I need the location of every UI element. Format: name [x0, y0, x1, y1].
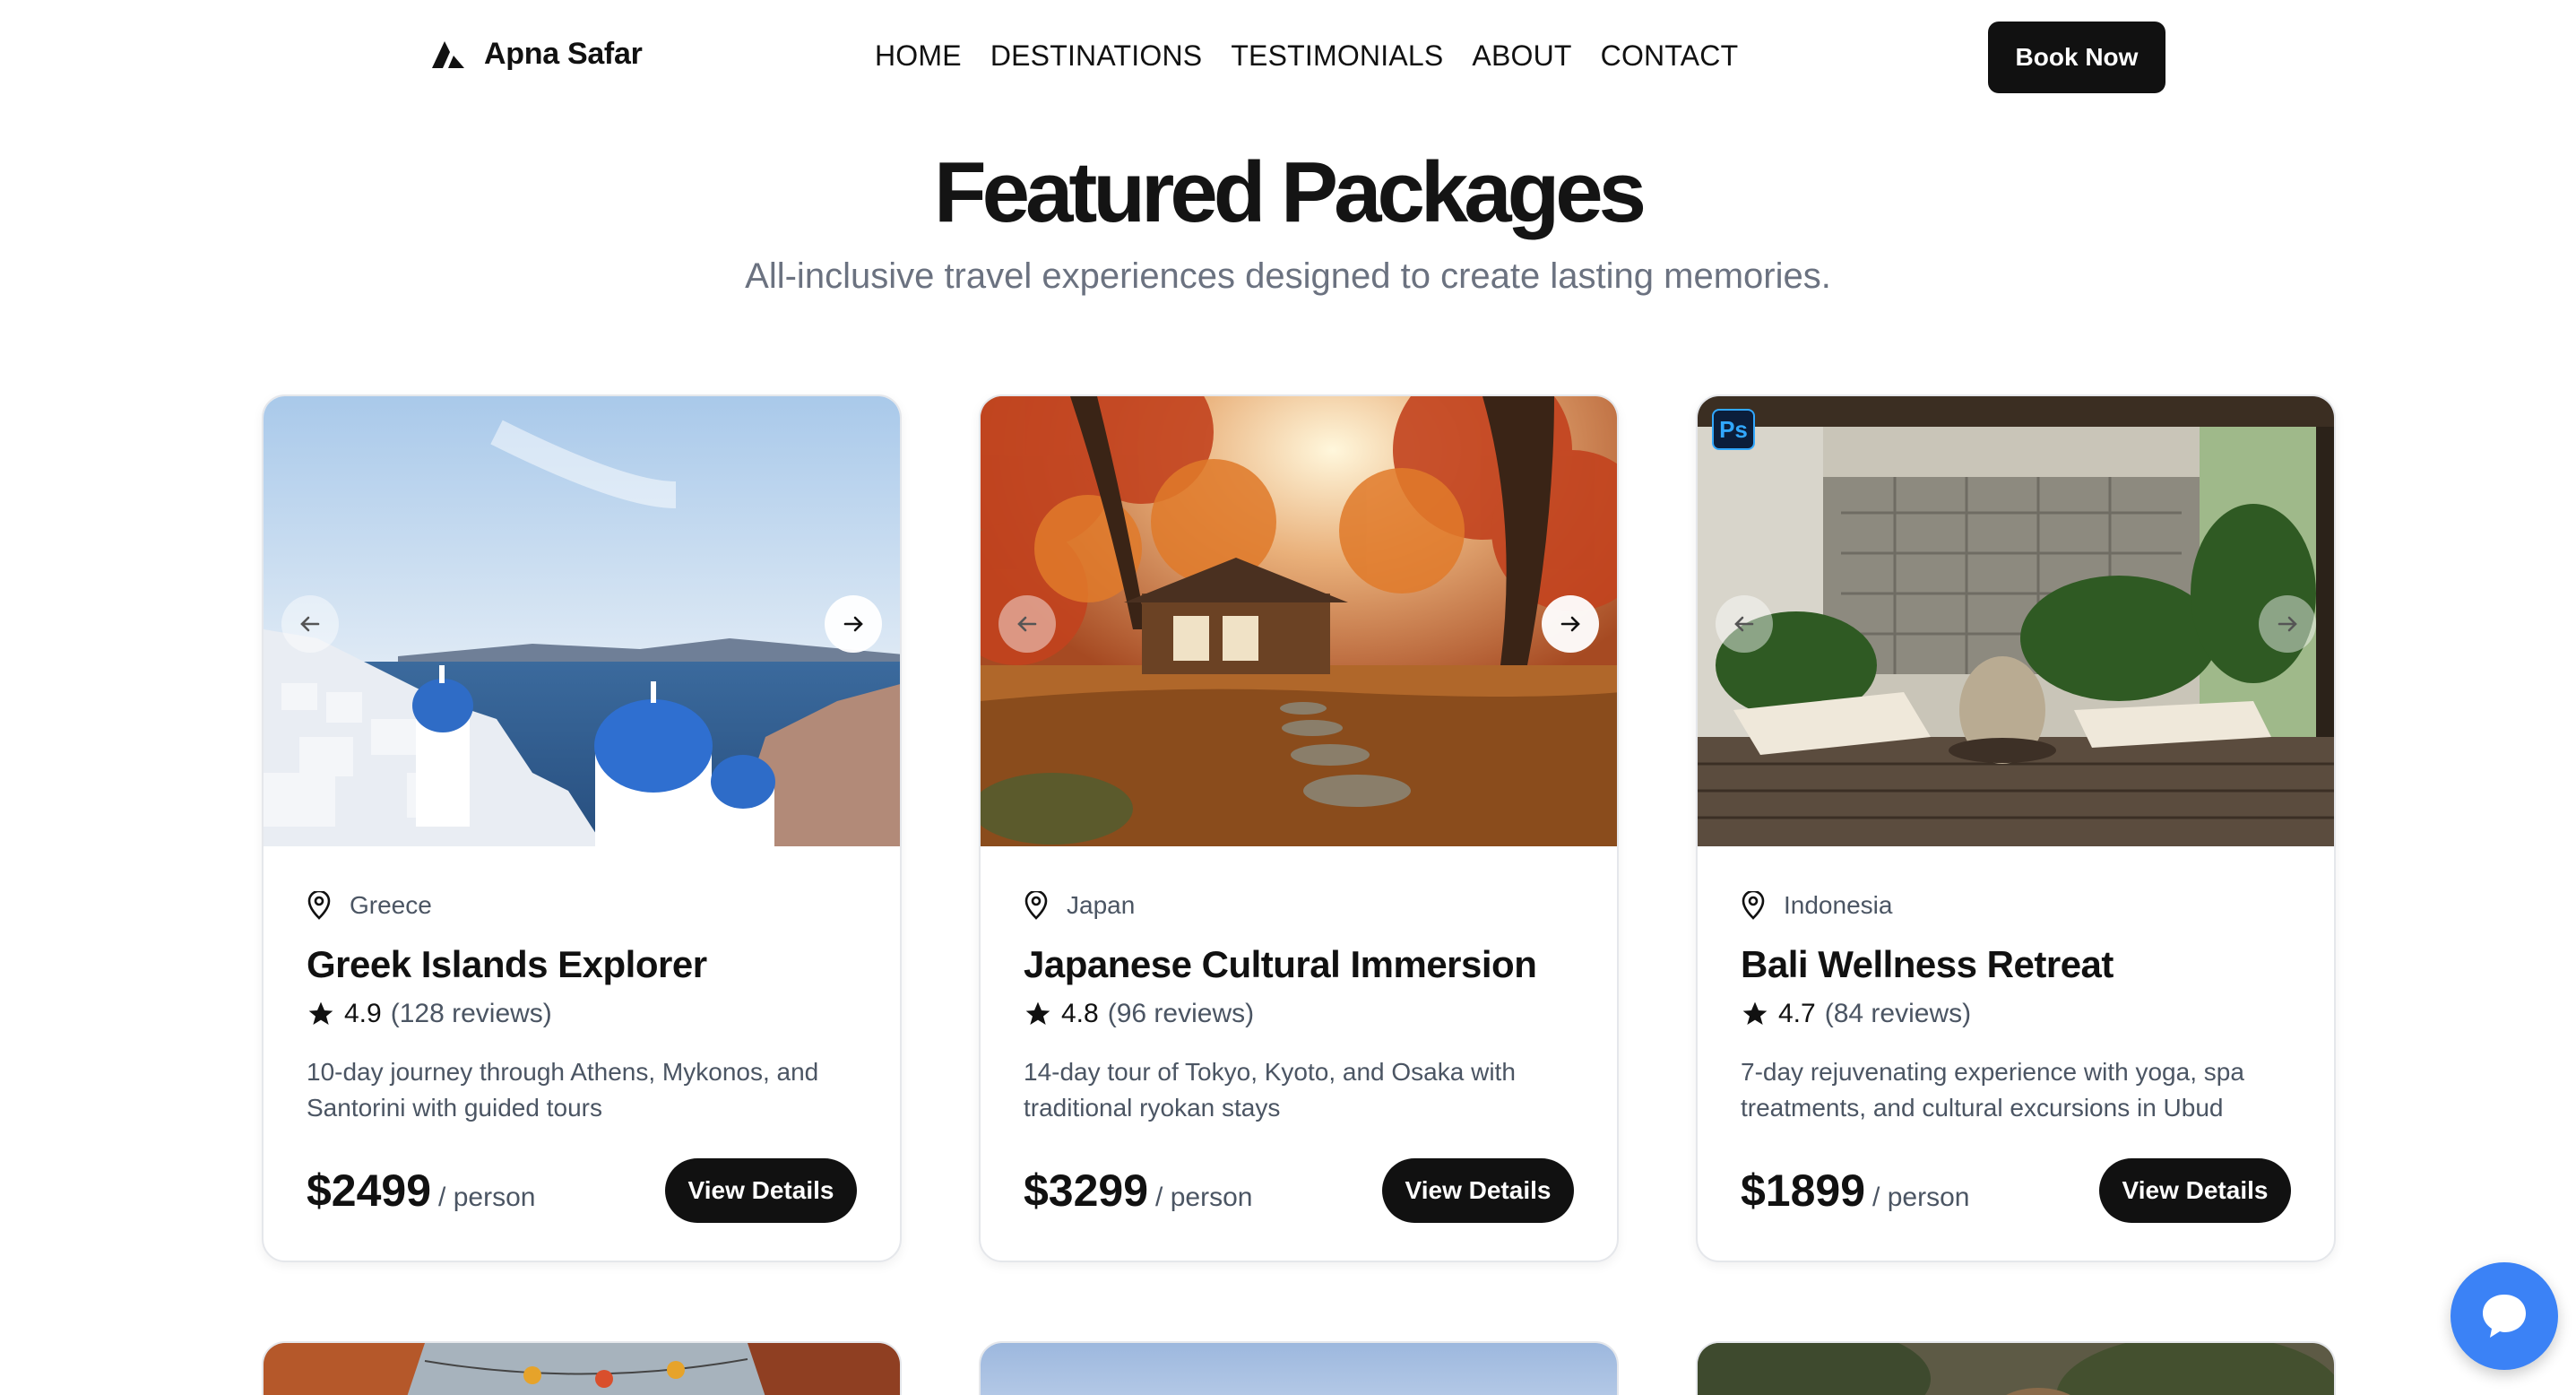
package-details: Greece Greek Islands Explorer 4.9 (128 r… — [307, 891, 857, 1126]
package-image-indonesia: Ps — [1698, 396, 2334, 846]
arrow-right-icon — [843, 616, 863, 632]
section-subtitle: All-inclusive travel experiences designe… — [745, 256, 1831, 296]
nav-testimonials[interactable]: TESTIMONIALS — [1231, 39, 1443, 73]
map-pin-icon — [1024, 891, 1048, 920]
view-details-button[interactable]: View Details — [665, 1158, 857, 1223]
bali-retreat-image — [1698, 396, 2334, 846]
price-row: $2499 / person View Details — [307, 1158, 857, 1223]
arrow-right-icon — [2278, 616, 2297, 632]
arrow-left-icon — [300, 616, 320, 632]
price-amount: $2499 — [307, 1165, 432, 1216]
package-location: Greece — [307, 891, 857, 920]
package-title: Greek Islands Explorer — [307, 943, 707, 985]
review-count: (84 reviews) — [1824, 999, 1972, 1028]
arrow-right-icon — [1560, 616, 1580, 632]
package-title: Bali Wellness Retreat — [1741, 943, 2114, 985]
photoshop-badge: Ps — [1712, 409, 1755, 450]
review-count: (128 reviews) — [390, 999, 552, 1028]
star-icon — [1025, 1001, 1050, 1025]
package-title: Japanese Cultural Immersion — [1024, 943, 1537, 985]
carousel-next-button[interactable] — [2259, 595, 2316, 653]
map-pin-icon — [307, 891, 331, 920]
brand-name: Apna Safar — [484, 36, 643, 71]
package-location: Indonesia — [1741, 891, 2291, 920]
carousel-next-button[interactable] — [825, 595, 882, 653]
price-row: $1899 / person View Details — [1741, 1158, 2291, 1223]
rating-score: 4.8 — [1061, 999, 1099, 1028]
review-count: (96 reviews) — [1107, 999, 1255, 1028]
kyoto-garden-image — [981, 396, 1617, 846]
nav-contact[interactable]: CONTACT — [1601, 39, 1739, 73]
package-price: $2499 / person — [307, 1165, 535, 1217]
star-icon — [308, 1001, 333, 1025]
nav-about[interactable]: ABOUT — [1472, 39, 1571, 73]
package-card-japan: Japan Japanese Cultural Immersion 4.8 (9… — [979, 394, 1619, 1262]
package-location: Japan — [1024, 891, 1574, 920]
brand-logo-icon — [432, 41, 464, 68]
package-description: 7-day rejuvenating experience with yoga,… — [1741, 1058, 2244, 1122]
carousel-prev-button[interactable] — [281, 595, 339, 653]
package-price: $3299 / person — [1024, 1165, 1252, 1217]
view-details-button[interactable]: View Details — [1382, 1158, 1574, 1223]
package-description: 14-day tour of Tokyo, Kyoto, and Osaka w… — [1024, 1058, 1516, 1122]
package-image-row2-2 — [981, 1343, 1617, 1395]
package-card-indonesia: Ps Indonesia Bali Wellness Retreat 4.7 (… — [1696, 394, 2336, 1262]
arrow-left-icon — [1734, 616, 1754, 632]
package-image-greece — [264, 396, 900, 846]
price-row: $3299 / person View Details — [1024, 1158, 1574, 1223]
package-rating: 4.8 (96 reviews) — [1024, 999, 1574, 1029]
package-card-row2-1 — [262, 1341, 902, 1395]
package-description: 10-day journey through Athens, Mykonos, … — [307, 1058, 819, 1122]
price-unit: / person — [1872, 1183, 1970, 1212]
brand-link[interactable]: Apna Safar — [428, 36, 643, 72]
package-rating: 4.9 (128 reviews) — [307, 999, 857, 1029]
package-rating: 4.7 (84 reviews) — [1741, 999, 2291, 1029]
package-details: Japan Japanese Cultural Immersion 4.8 (9… — [1024, 891, 1574, 1126]
package-details: Indonesia Bali Wellness Retreat 4.7 (84 … — [1741, 891, 2291, 1126]
package-card-greece: Greece Greek Islands Explorer 4.9 (128 r… — [262, 394, 902, 1262]
nav-home[interactable]: HOME — [875, 39, 962, 73]
star-icon — [1742, 1001, 1768, 1025]
view-details-button[interactable]: View Details — [2099, 1158, 2291, 1223]
book-now-button[interactable]: Book Now — [1988, 22, 2165, 93]
rating-score: 4.7 — [1778, 999, 1816, 1028]
location-label: Indonesia — [1784, 891, 1893, 919]
package-card-row2-3 — [1696, 1341, 2336, 1395]
package-image-row2-1 — [264, 1343, 900, 1395]
package-price: $1899 / person — [1741, 1165, 1969, 1217]
carousel-prev-button[interactable] — [998, 595, 1056, 653]
location-label: Greece — [350, 891, 432, 919]
top-nav: Apna Safar HOME DESTINATIONS TESTIMONIAL… — [0, 0, 2576, 117]
package-card-row2-2 — [979, 1341, 1619, 1395]
location-label: Japan — [1067, 891, 1136, 919]
price-amount: $3299 — [1024, 1165, 1149, 1216]
arrow-left-icon — [1017, 616, 1037, 632]
santorini-image — [264, 396, 900, 846]
price-unit: / person — [1155, 1183, 1253, 1212]
section-title: Featured Packages — [933, 144, 1647, 240]
chat-widget-button[interactable] — [2451, 1262, 2558, 1370]
carousel-prev-button[interactable] — [1716, 595, 1773, 653]
rating-score: 4.9 — [344, 999, 382, 1028]
price-amount: $1899 — [1741, 1165, 1866, 1216]
nav-links: HOME DESTINATIONS TESTIMONIALS ABOUT CON… — [875, 39, 1738, 73]
package-image-japan — [981, 396, 1617, 846]
package-image-row2-3 — [1698, 1343, 2334, 1395]
carousel-next-button[interactable] — [1542, 595, 1599, 653]
chat-bubble-icon — [2483, 1295, 2526, 1338]
nav-destinations[interactable]: DESTINATIONS — [990, 39, 1203, 73]
map-pin-icon — [1742, 891, 1765, 920]
price-unit: / person — [438, 1183, 536, 1212]
